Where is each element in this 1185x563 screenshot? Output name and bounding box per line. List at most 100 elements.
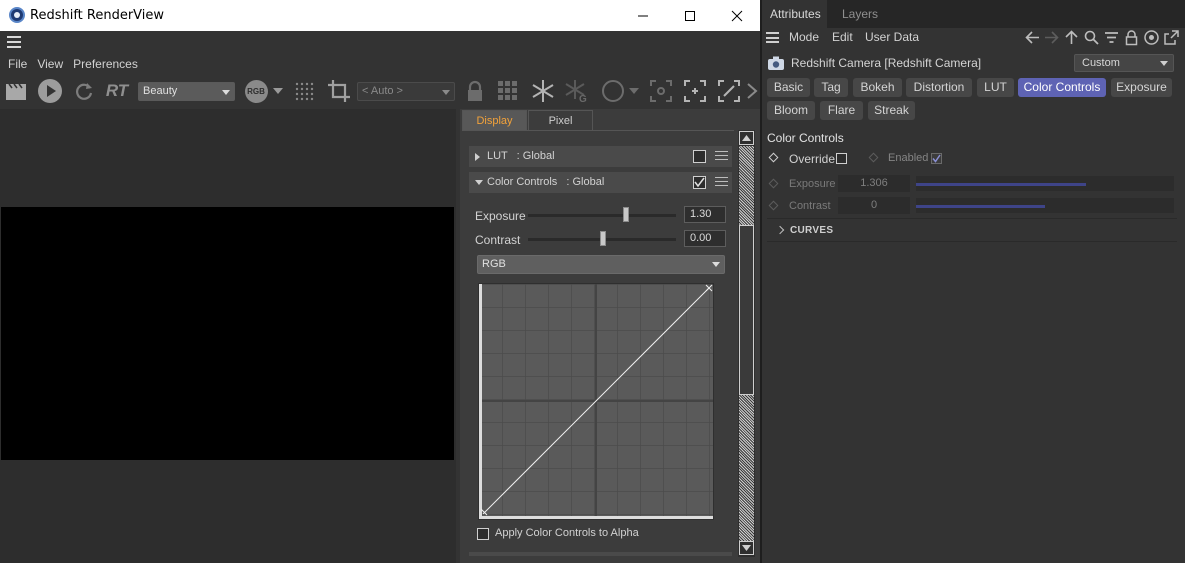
menu-file[interactable]: File (0, 56, 27, 74)
tab-pixel[interactable]: Pixel (528, 110, 593, 130)
minimize-button[interactable] (620, 0, 666, 31)
region-render-icon[interactable] (716, 76, 742, 106)
snowflake-g-icon[interactable]: G (564, 76, 590, 106)
zoom-value: < Auto > (362, 85, 403, 97)
cc-enable-checkbox[interactable] (693, 176, 706, 189)
preset-dropdown[interactable]: Custom (1074, 54, 1174, 72)
chip-basic[interactable]: Basic (767, 78, 810, 97)
contrast-label: Contrast (789, 200, 831, 212)
arrow-up-icon[interactable] (1063, 29, 1080, 46)
chip-color-controls[interactable]: Color Controls (1018, 78, 1106, 97)
tab-attributes[interactable]: Attributes (762, 0, 827, 28)
menu-preferences[interactable]: Preferences (65, 56, 138, 74)
overflow-icon[interactable] (746, 76, 758, 106)
window-title: Redshift RenderView (30, 8, 165, 23)
circle-icon[interactable] (600, 76, 626, 106)
search-icon[interactable] (1083, 29, 1100, 46)
keyframe-diamond-icon (768, 200, 779, 211)
hamburger-menu-icon[interactable] (7, 36, 21, 48)
crop-icon[interactable] (325, 76, 353, 106)
scroll-thumb[interactable] (739, 225, 754, 395)
list-menu-icon[interactable] (715, 177, 728, 188)
new-window-icon[interactable] (1163, 29, 1180, 46)
channel-dropdown[interactable]: RGB (477, 255, 725, 274)
hamburger-menu-icon[interactable] (766, 32, 779, 43)
scroll-down-button[interactable] (739, 541, 754, 555)
grid-icon[interactable] (496, 76, 520, 106)
zoom-dropdown[interactable]: < Auto > (357, 82, 455, 101)
keyframe-diamond-icon (768, 178, 779, 189)
snowflake-icon[interactable] (530, 76, 556, 106)
maximize-button[interactable] (667, 0, 713, 31)
contrast-value-field: 0 (838, 197, 910, 214)
chip-lut[interactable]: LUT (977, 78, 1014, 97)
curve-editor[interactable] (478, 283, 714, 520)
contrast-slider-handle[interactable] (600, 231, 606, 246)
close-icon (731, 10, 743, 21)
keyframe-diamond-icon[interactable] (768, 152, 779, 163)
divider (767, 218, 1177, 219)
menu-mode[interactable]: Mode (789, 30, 819, 44)
chip-distortion[interactable]: Distortion (906, 78, 972, 97)
aov-dropdown[interactable]: Beauty (138, 82, 235, 101)
clapperboard-icon[interactable] (3, 76, 29, 106)
scroll-up-button[interactable] (739, 131, 754, 145)
enabled-label: Enabled (888, 152, 929, 164)
refresh-icon[interactable] (72, 76, 96, 106)
chip-exposure[interactable]: Exposure (1111, 78, 1172, 97)
filter-icon[interactable] (1103, 29, 1120, 46)
preset-value: Custom (1082, 57, 1120, 69)
exposure-field[interactable]: 1.30 (684, 206, 726, 223)
exposure-slider[interactable] (528, 214, 676, 217)
tab-layers[interactable]: Layers (834, 0, 886, 28)
rgb-badge: RGB (244, 79, 268, 103)
exposure-slider-handle[interactable] (623, 207, 629, 222)
display-panel: Display Pixel LUT : Global Color Control… (460, 109, 760, 563)
lut-section-scope: : Global (516, 150, 555, 162)
menu-edit[interactable]: Edit (832, 30, 853, 44)
override-checkbox[interactable] (836, 153, 847, 164)
menu-view[interactable]: View (29, 56, 63, 74)
display-panel-scrollbar[interactable] (738, 130, 755, 557)
color-controls-section-header[interactable]: Color Controls : Global (469, 172, 732, 193)
lock-icon[interactable] (464, 76, 486, 106)
exposure-slider (916, 176, 1174, 191)
chip-bokeh[interactable]: Bokeh (853, 78, 902, 97)
chip-streak[interactable]: Streak (868, 101, 915, 120)
keyframe-diamond-icon (868, 152, 879, 163)
arrow-up-icon (742, 135, 751, 141)
arrow-left-icon[interactable] (1024, 29, 1041, 46)
arrow-right-icon[interactable] (1043, 29, 1060, 46)
lut-section-header[interactable]: LUT : Global (469, 146, 732, 167)
expand-right-icon (475, 153, 480, 161)
chip-bloom[interactable]: Bloom (767, 101, 815, 120)
rt-toggle[interactable]: RT (103, 76, 131, 106)
dot-grid-icon[interactable] (292, 76, 316, 106)
circle-dropdown-arrow[interactable] (628, 76, 640, 106)
lock-icon[interactable] (1123, 29, 1140, 46)
minimize-icon (638, 15, 648, 16)
curves-group-header[interactable]: CURVES (767, 221, 1177, 242)
chip-tag[interactable]: Tag (814, 78, 848, 97)
fit-frame-icon[interactable] (682, 76, 708, 106)
target-icon[interactable] (1143, 29, 1160, 46)
lut-enable-checkbox[interactable] (693, 150, 706, 163)
rgb-dropdown-arrow[interactable] (272, 76, 284, 106)
focus-target-icon[interactable] (648, 76, 674, 106)
arrow-down-icon (742, 545, 751, 551)
tab-display[interactable]: Display (462, 110, 527, 130)
window-titlebar: Redshift RenderView (0, 0, 760, 31)
alpha-checkbox[interactable] (477, 528, 489, 540)
render-viewport[interactable] (0, 109, 456, 563)
play-render-button[interactable] (36, 76, 64, 106)
lut-section-label: LUT (487, 150, 508, 162)
attributes-tabbar: Attributes Layers (762, 0, 1185, 28)
next-section-edge (469, 552, 732, 556)
check-icon (932, 154, 941, 163)
list-menu-icon[interactable] (715, 151, 728, 162)
close-button[interactable] (714, 0, 760, 31)
menu-user-data[interactable]: User Data (865, 30, 919, 44)
chip-flare[interactable]: Flare (820, 101, 863, 120)
rgb-channel-button[interactable]: RGB (243, 76, 269, 106)
contrast-field[interactable]: 0.00 (684, 230, 726, 247)
